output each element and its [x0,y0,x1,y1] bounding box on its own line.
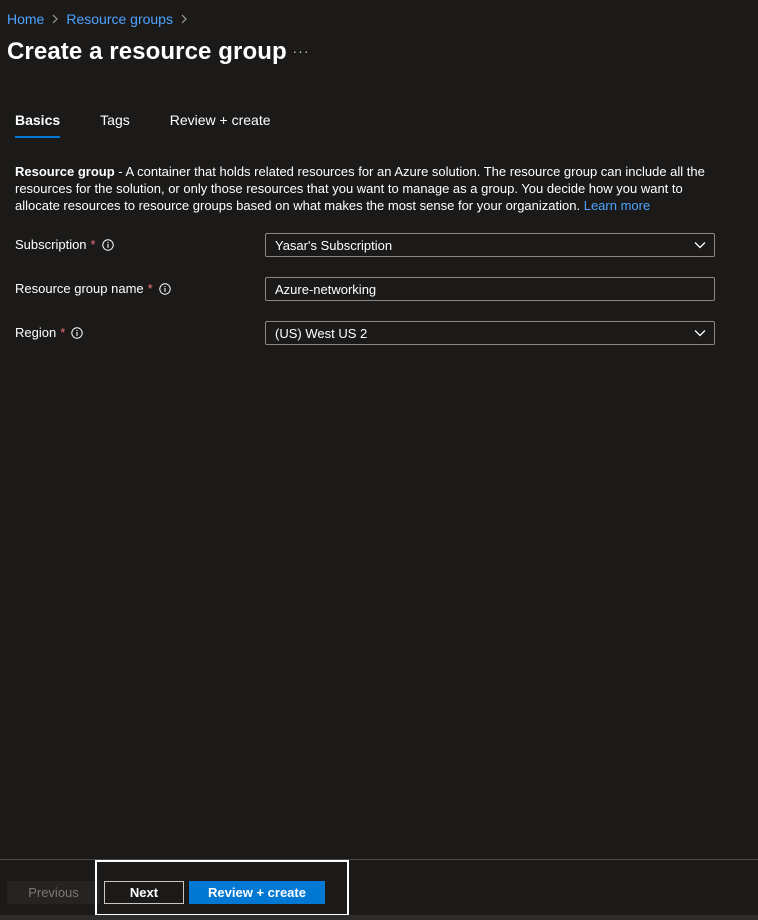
resource-group-description: Resource group - A container that holds … [15,163,720,214]
subscription-row: Subscription * Yasar's Subscription [15,233,715,257]
resource-group-name-input[interactable] [266,278,714,300]
subscription-label-text: Subscription [15,237,87,252]
review-create-button[interactable]: Review + create [189,881,325,904]
resource-group-name-field [265,277,715,301]
page-title: Create a resource group [7,38,287,65]
region-value: (US) West US 2 [275,326,368,341]
info-icon[interactable] [101,238,114,251]
required-mark: * [60,325,66,340]
tab-list: Basics Tags Review + create [15,112,311,138]
learn-more-link[interactable]: Learn more [584,198,650,213]
breadcrumb-resource-groups-link[interactable]: Resource groups [66,11,173,27]
next-button[interactable]: Next [104,881,184,904]
info-icon[interactable] [159,282,171,295]
region-dropdown[interactable]: (US) West US 2 [265,321,715,345]
resource-group-name-label: Resource group name * [15,281,171,296]
resource-group-name-label-text: Resource group name [15,281,144,296]
tab-tags[interactable]: Tags [100,112,130,136]
footer-divider [0,859,758,860]
tab-basics[interactable]: Basics [15,112,61,138]
subscription-value: Yasar's Subscription [275,238,393,253]
region-label: Region * [15,325,83,340]
chevron-right-icon [177,11,191,27]
resource-group-name-row: Resource group name * [15,277,715,301]
previous-button[interactable]: Previous [7,881,100,904]
required-mark: * [147,281,153,296]
chevron-right-icon [48,11,62,27]
subscription-label: Subscription * [15,237,114,252]
breadcrumb: Home Resource groups [7,10,195,28]
description-title: Resource group [15,164,115,179]
region-row: Region * (US) West US 2 [15,321,715,345]
info-icon[interactable] [71,326,83,339]
bottom-scrollbar [0,915,758,920]
tab-review-create[interactable]: Review + create [170,112,271,136]
chevron-down-icon [694,330,706,337]
subscription-dropdown[interactable]: Yasar's Subscription [265,233,715,257]
required-mark: * [90,237,96,252]
breadcrumb-home-link[interactable]: Home [7,11,44,27]
region-label-text: Region [15,325,57,340]
more-icon[interactable]: ··· [292,42,310,60]
chevron-down-icon [694,242,706,249]
